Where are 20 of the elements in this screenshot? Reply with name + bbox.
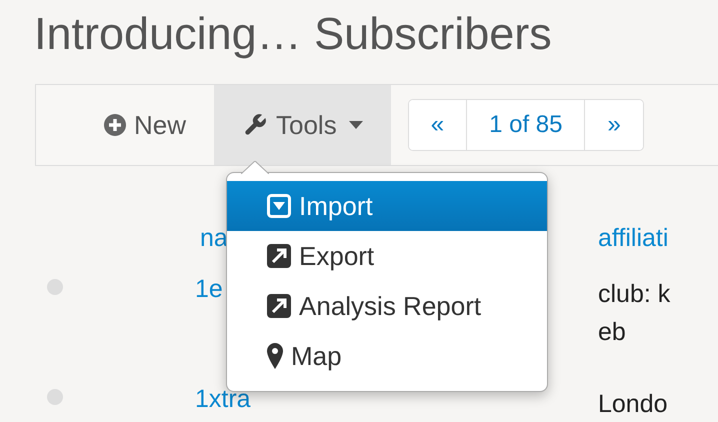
bullet-icon bbox=[47, 389, 63, 405]
map-pin-icon bbox=[267, 343, 284, 369]
import-icon bbox=[267, 194, 292, 218]
menu-item[interactable]: Export bbox=[227, 231, 548, 281]
bullet-icon bbox=[47, 279, 63, 295]
page-title: Introducing… Subscribers bbox=[33, 7, 553, 60]
column-header[interactable]: affiliati bbox=[598, 218, 718, 253]
affiliation-text: eb bbox=[598, 317, 627, 348]
menu-item[interactable]: Import bbox=[227, 181, 548, 231]
plus-circle-icon bbox=[104, 114, 126, 136]
affiliation-text: Londo bbox=[598, 389, 669, 420]
tools-dropdown-button[interactable]: Tools bbox=[214, 85, 391, 165]
new-button[interactable]: New bbox=[76, 85, 214, 165]
affiliation-text: club: k bbox=[598, 279, 672, 310]
caret-icon bbox=[348, 121, 363, 129]
menu-item[interactable]: Map bbox=[227, 331, 548, 381]
external-link-icon bbox=[267, 294, 292, 318]
external-link-icon bbox=[267, 244, 292, 268]
next-page-button[interactable]: » bbox=[584, 100, 643, 150]
menu-item[interactable]: Analysis Report bbox=[227, 281, 548, 331]
